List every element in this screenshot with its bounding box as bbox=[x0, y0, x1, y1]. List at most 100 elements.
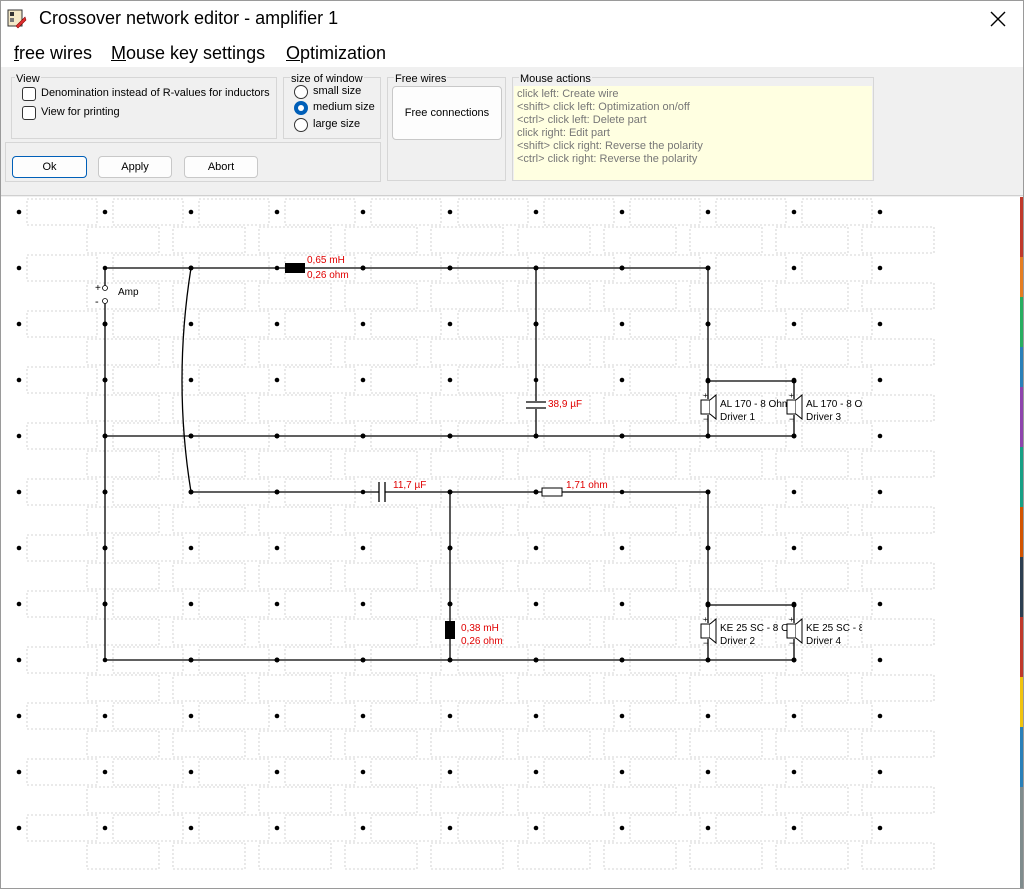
grid-node[interactable] bbox=[16, 545, 22, 551]
grid-cell[interactable] bbox=[457, 198, 529, 226]
grid-cell[interactable] bbox=[344, 730, 418, 758]
grid-cell[interactable] bbox=[172, 450, 246, 478]
medium-size-radio[interactable] bbox=[294, 101, 308, 115]
grid-node[interactable] bbox=[447, 209, 453, 215]
grid-cell[interactable] bbox=[801, 534, 873, 562]
grid-node[interactable] bbox=[16, 825, 22, 831]
grid-node[interactable] bbox=[877, 713, 883, 719]
grid-node[interactable] bbox=[705, 825, 711, 831]
grid-cell[interactable] bbox=[172, 282, 246, 310]
grid-cell[interactable] bbox=[801, 758, 873, 786]
grid-cell[interactable] bbox=[430, 282, 504, 310]
grid-node[interactable] bbox=[533, 209, 539, 215]
wire-junction[interactable] bbox=[791, 433, 797, 439]
grid-cell[interactable] bbox=[801, 478, 873, 506]
wire-junction[interactable] bbox=[188, 265, 194, 271]
grid-cell[interactable] bbox=[86, 562, 160, 590]
grid-cell[interactable] bbox=[517, 562, 591, 590]
grid-cell[interactable] bbox=[603, 786, 677, 814]
menu-free-wires[interactable]: free wires bbox=[14, 43, 92, 64]
grid-node[interactable] bbox=[188, 713, 194, 719]
grid-cell[interactable] bbox=[344, 562, 418, 590]
grid-node[interactable] bbox=[360, 545, 366, 551]
grid-cell[interactable] bbox=[689, 282, 763, 310]
grid-cell[interactable] bbox=[112, 198, 184, 226]
large-size-radio[interactable] bbox=[294, 118, 308, 132]
grid-cell[interactable] bbox=[112, 758, 184, 786]
grid-node[interactable] bbox=[877, 489, 883, 495]
grid-cell[interactable] bbox=[284, 814, 356, 842]
grid-cell[interactable] bbox=[172, 730, 246, 758]
grid-cell[interactable] bbox=[517, 786, 591, 814]
wire-junction[interactable] bbox=[102, 489, 108, 495]
grid-cell[interactable] bbox=[629, 758, 701, 786]
grid-node[interactable] bbox=[360, 825, 366, 831]
grid-cell[interactable] bbox=[775, 842, 849, 870]
grid-node[interactable] bbox=[16, 713, 22, 719]
grid-node[interactable] bbox=[447, 769, 453, 775]
grid-cell[interactable] bbox=[603, 506, 677, 534]
grid-cell[interactable] bbox=[861, 282, 935, 310]
grid-cell[interactable] bbox=[172, 618, 246, 646]
grid-cell[interactable] bbox=[430, 562, 504, 590]
grid-cell[interactable] bbox=[26, 534, 98, 562]
grid-cell[interactable] bbox=[457, 534, 529, 562]
grid-cell[interactable] bbox=[172, 506, 246, 534]
grid-cell[interactable] bbox=[801, 702, 873, 730]
grid-node[interactable] bbox=[188, 377, 194, 383]
grid-cell[interactable] bbox=[861, 842, 935, 870]
grid-cell[interactable] bbox=[629, 590, 701, 618]
grid-cell[interactable] bbox=[689, 562, 763, 590]
grid-node[interactable] bbox=[877, 433, 883, 439]
apply-button[interactable]: Apply bbox=[98, 156, 172, 178]
driver-3[interactable]: + − AL 170 - 8 Ohm Driver 3 bbox=[786, 391, 876, 424]
grid-node[interactable] bbox=[102, 209, 108, 215]
grid-cell[interactable] bbox=[775, 450, 849, 478]
grid-cell[interactable] bbox=[689, 226, 763, 254]
grid-node[interactable] bbox=[791, 545, 797, 551]
grid-cell[interactable] bbox=[801, 198, 873, 226]
grid-cell[interactable] bbox=[689, 730, 763, 758]
grid-cell[interactable] bbox=[284, 702, 356, 730]
grid-node[interactable] bbox=[360, 209, 366, 215]
grid-cell[interactable] bbox=[603, 674, 677, 702]
grid-node[interactable] bbox=[791, 209, 797, 215]
grid-cell[interactable] bbox=[430, 338, 504, 366]
grid-cell[interactable] bbox=[715, 534, 787, 562]
grid-node[interactable] bbox=[274, 377, 280, 383]
close-icon[interactable] bbox=[973, 1, 1023, 37]
grid-cell[interactable] bbox=[86, 226, 160, 254]
grid-cell[interactable] bbox=[430, 842, 504, 870]
grid-node[interactable] bbox=[877, 769, 883, 775]
driver-4[interactable]: + − KE 25 SC - 8 Ohm Driver 4 bbox=[786, 615, 889, 648]
wire-junction[interactable] bbox=[447, 601, 453, 607]
grid-cell[interactable] bbox=[801, 310, 873, 338]
wire-junction[interactable] bbox=[705, 602, 711, 608]
grid-cell[interactable] bbox=[26, 254, 98, 282]
inductor-l2[interactable]: 0,38 mH 0,26 ohm bbox=[445, 621, 503, 647]
grid-node[interactable] bbox=[447, 321, 453, 327]
grid-node[interactable] bbox=[360, 377, 366, 383]
grid-cell[interactable] bbox=[26, 366, 98, 394]
grid-node[interactable] bbox=[533, 713, 539, 719]
grid-node[interactable] bbox=[619, 713, 625, 719]
grid-cell[interactable] bbox=[26, 478, 98, 506]
wire-junction[interactable] bbox=[791, 657, 797, 663]
wire-junction[interactable] bbox=[102, 545, 108, 551]
grid-node[interactable] bbox=[360, 769, 366, 775]
grid-node[interactable] bbox=[360, 713, 366, 719]
wire-junction[interactable] bbox=[705, 657, 711, 663]
grid-cell[interactable] bbox=[430, 730, 504, 758]
grid-node[interactable] bbox=[619, 545, 625, 551]
grid-cell[interactable] bbox=[26, 814, 98, 842]
ok-button[interactable]: Ok bbox=[12, 156, 87, 178]
grid-cell[interactable] bbox=[715, 254, 787, 282]
grid-cell[interactable] bbox=[430, 226, 504, 254]
grid-cell[interactable] bbox=[430, 506, 504, 534]
grid-cell[interactable] bbox=[801, 814, 873, 842]
grid-cell[interactable] bbox=[26, 702, 98, 730]
wire-junction[interactable] bbox=[705, 321, 711, 327]
wire-junction[interactable] bbox=[102, 601, 108, 607]
wire-junction[interactable] bbox=[274, 489, 280, 495]
grid-node[interactable] bbox=[16, 209, 22, 215]
